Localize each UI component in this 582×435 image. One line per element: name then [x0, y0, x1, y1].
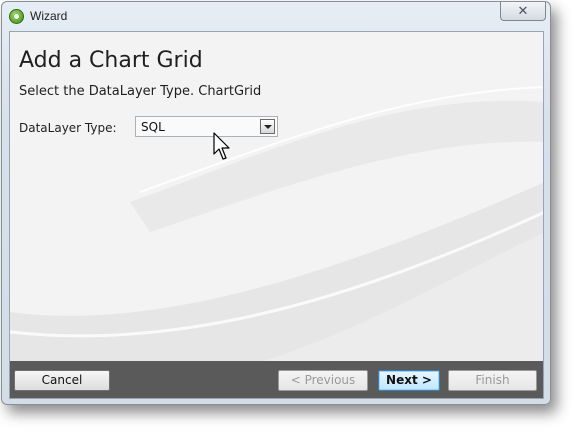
close-button[interactable]: ✕ — [500, 2, 546, 21]
app-icon — [9, 9, 24, 24]
finish-button[interactable]: Finish — [448, 370, 537, 391]
background-swoosh — [10, 32, 543, 362]
close-icon: ✕ — [517, 3, 529, 18]
page-subtitle: Select the DataLayer Type. ChartGrid — [19, 84, 262, 99]
window-title: Wizard — [30, 9, 68, 23]
wizard-window: Wizard ✕ Add a Chart Grid Select the Dat… — [1, 1, 551, 405]
next-button[interactable]: Next > — [378, 370, 440, 391]
button-bar: Cancel < Previous Next > Finish — [10, 361, 543, 398]
mouse-pointer-icon — [213, 132, 230, 160]
datalayer-type-label: DataLayer Type: — [19, 121, 117, 135]
cancel-button[interactable]: Cancel — [14, 370, 110, 391]
datalayer-type-select[interactable]: SQL — [135, 116, 278, 137]
select-value: SQL — [141, 120, 165, 134]
wizard-content: Add a Chart Grid Select the DataLayer Ty… — [9, 31, 544, 399]
page-title: Add a Chart Grid — [19, 48, 203, 73]
previous-button[interactable]: < Previous — [278, 370, 368, 391]
title-bar[interactable]: Wizard ✕ — [2, 2, 550, 31]
chevron-down-icon[interactable] — [260, 119, 275, 134]
